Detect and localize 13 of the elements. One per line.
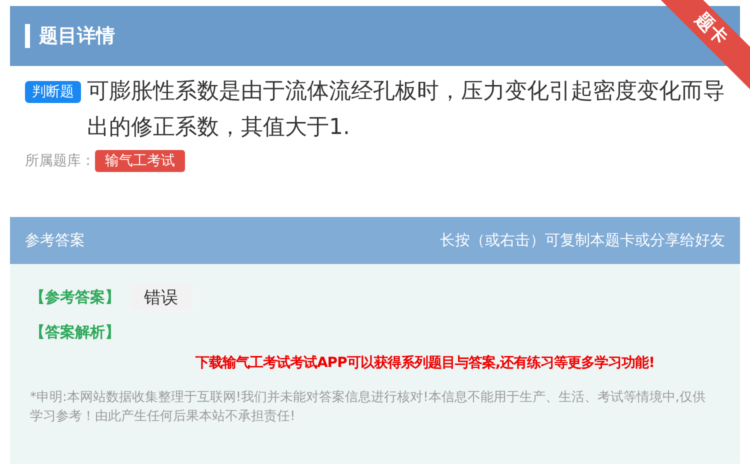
promo-text: 下载输气工考试考试APP可以获得系列题目与答案,还有练习等更多学习功能! — [194, 354, 656, 372]
question-text: 可膨胀性系数是由于流体流经孔板时，压力变化引起密度变化而导出的修正系数，其值大于1. — [87, 78, 726, 142]
answer-value: 错误 — [130, 284, 192, 311]
library-tag[interactable]: 输气工考试 — [95, 150, 185, 172]
title-marker — [25, 24, 30, 48]
disclaimer-text: *申明:本网站数据收集整理于互联网!我们并未能对答案信息进行核对!本信息不能用于生产、生活、考试等情境中,仅供学习参考！由此产生任何后果本站不承担责任! — [30, 389, 706, 426]
question-type-badge: 判断题 — [25, 81, 81, 103]
answer-label: 【参考答案】 — [30, 288, 120, 307]
answer-title: 参考答案 — [25, 231, 85, 250]
section-title: 题目详情 — [39, 24, 115, 49]
copy-hint: 长按（或右击）可复制本题卡或分享给好友 — [440, 231, 725, 250]
analysis-label: 【答案解析】 — [30, 323, 121, 342]
library-label: 所属题库： — [25, 152, 95, 170]
